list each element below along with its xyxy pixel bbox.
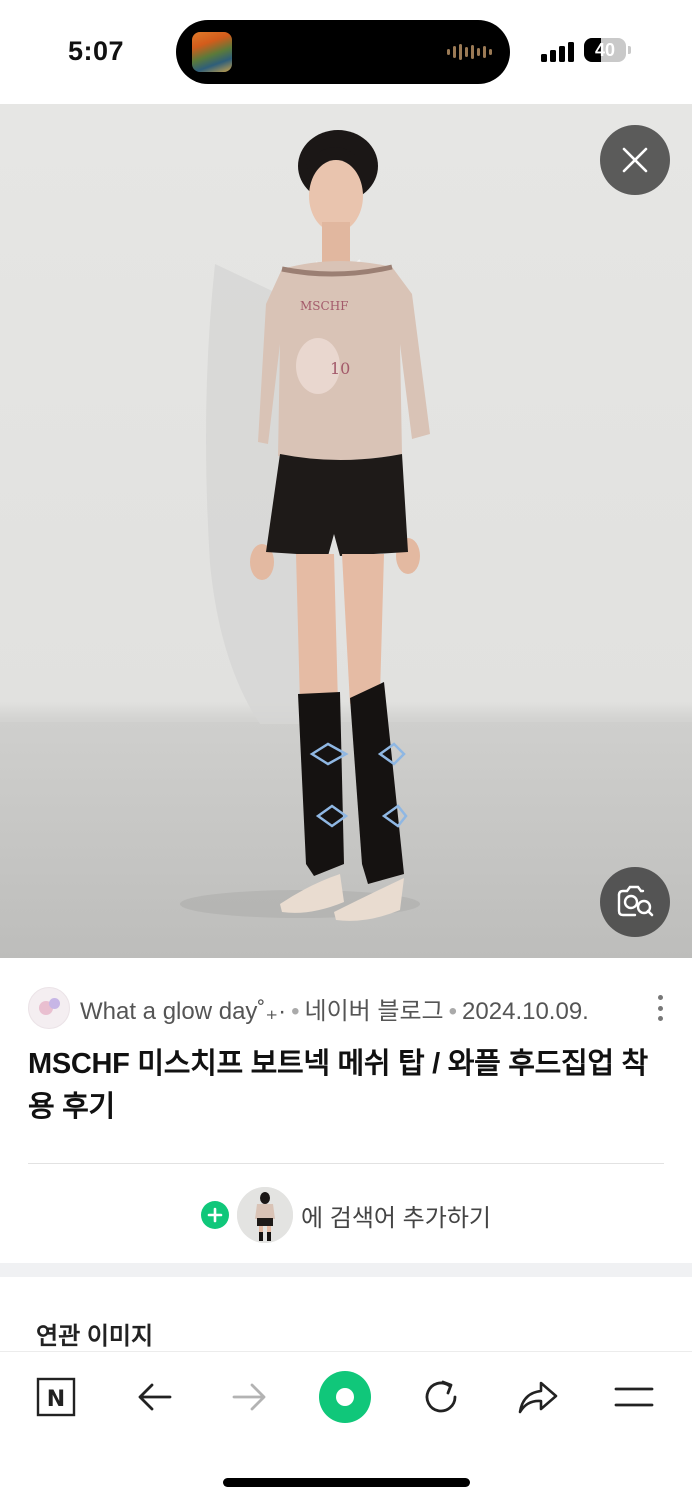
naver-home-glyph: N	[47, 1387, 65, 1412]
share-button[interactable]	[508, 1372, 568, 1422]
add-search-term-button[interactable]: 에 검색어 추가하기	[0, 1185, 692, 1245]
menu-icon	[614, 1387, 654, 1407]
back-button[interactable]	[124, 1372, 184, 1422]
svg-text:10: 10	[330, 359, 350, 378]
result-title[interactable]: MSCHF 미스치프 보트넥 메쉬 탑 / 와플 후드집업 착용 후기	[28, 1043, 668, 1129]
browser-toolbar: N	[0, 1351, 692, 1500]
image-viewer-photo[interactable]: MSCHF 10	[0, 104, 692, 958]
more-vertical-icon[interactable]	[655, 995, 665, 1021]
naver-home-icon: N	[36, 1377, 76, 1417]
add-search-term-label: 에 검색어 추가하기	[301, 1204, 491, 1232]
post-date: 2024.10.09.	[462, 997, 589, 1025]
green-dot-button[interactable]	[315, 1371, 375, 1423]
result-meta: What a glow day˚₊· • 네이버 블로그 • 2024.10.09.	[80, 997, 589, 1025]
battery-level: 40	[594, 40, 616, 60]
photo-illustration: MSCHF 10	[0, 130, 692, 958]
battery-icon: 40	[584, 38, 626, 62]
section-separator	[0, 1263, 692, 1277]
menu-button[interactable]	[604, 1372, 664, 1422]
naver-home-button[interactable]: N	[26, 1372, 86, 1422]
share-icon	[518, 1381, 558, 1414]
cellular-signal-icon	[541, 40, 574, 62]
blog-name[interactable]: What a glow day˚₊·	[80, 998, 286, 1025]
green-dot-icon	[319, 1371, 371, 1423]
close-icon	[622, 147, 648, 173]
refresh-button[interactable]	[411, 1372, 471, 1422]
plus-icon	[201, 1201, 229, 1229]
image-search-icon	[617, 885, 654, 917]
svg-text:MSCHF: MSCHF	[300, 299, 348, 313]
status-bar: 5:07 40	[0, 0, 692, 104]
related-images-heading: 연관 이미지	[36, 1323, 154, 1350]
status-time: 5:07	[68, 36, 125, 66]
forward-arrow-icon	[232, 1383, 266, 1411]
divider	[28, 1163, 664, 1164]
now-playing-artwork	[192, 32, 232, 72]
image-thumbnail	[237, 1187, 293, 1243]
back-arrow-icon	[138, 1383, 172, 1411]
close-button[interactable]	[600, 125, 670, 195]
dynamic-island	[176, 20, 510, 84]
audio-wave-icon	[447, 44, 492, 60]
forward-button[interactable]	[220, 1372, 280, 1422]
refresh-icon	[425, 1380, 457, 1413]
result-source-row[interactable]: What a glow day˚₊· • 네이버 블로그 • 2024.10.09.	[28, 985, 668, 1031]
home-indicator[interactable]	[223, 1478, 470, 1487]
blog-avatar	[28, 987, 70, 1029]
source-name: 네이버 블로그	[304, 997, 444, 1025]
image-search-button[interactable]	[600, 867, 670, 937]
